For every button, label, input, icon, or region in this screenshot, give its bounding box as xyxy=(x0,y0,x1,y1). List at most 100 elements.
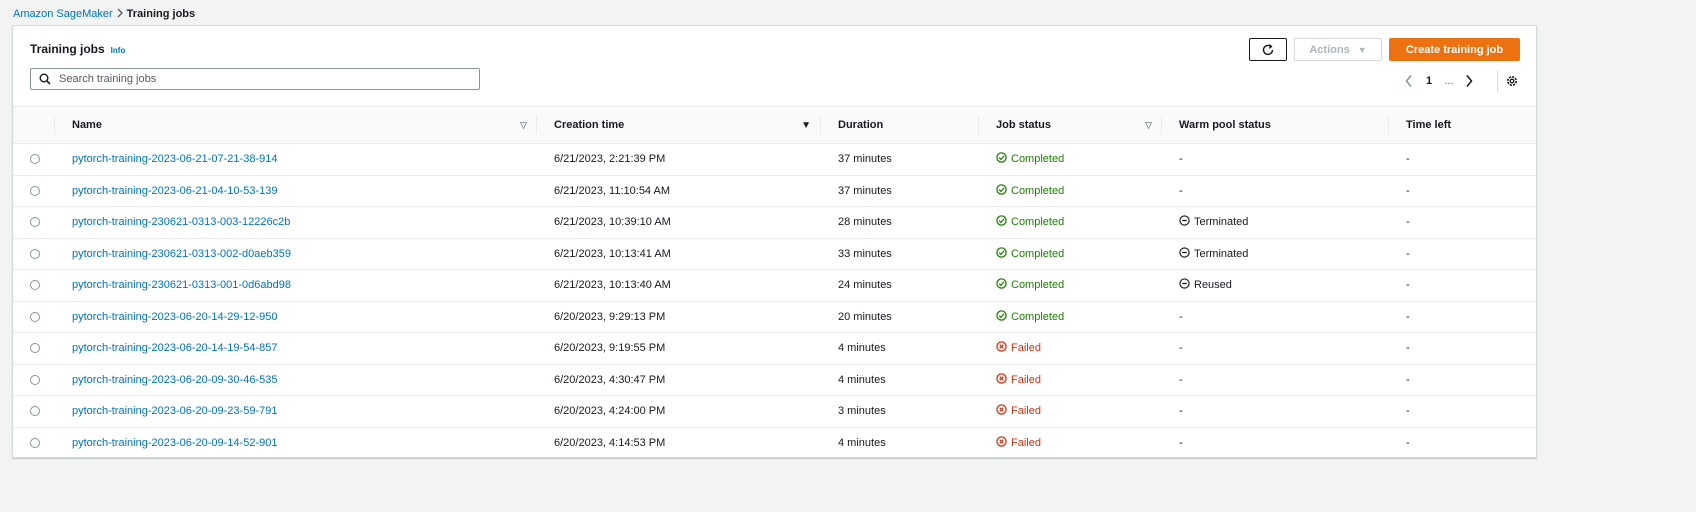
name-cell: pytorch-training-230621-0313-003-12226c2… xyxy=(55,206,537,239)
job-name-link[interactable]: pytorch-training-230621-0313-001-0d6abd9… xyxy=(72,279,291,291)
page-number-1[interactable]: 1 xyxy=(1419,75,1439,87)
creation-time-cell: 6/20/2023, 4:30:47 PM xyxy=(537,364,821,396)
sort-descending-icon: ▼ xyxy=(801,119,811,131)
job-name-link[interactable]: pytorch-training-2023-06-20-09-23-59-791 xyxy=(72,405,277,417)
job-name-link[interactable]: pytorch-training-2023-06-20-09-14-52-901 xyxy=(72,437,277,449)
breadcrumb: Amazon SageMaker Training jobs xyxy=(13,5,195,23)
time-left-cell: - xyxy=(1389,143,1536,176)
info-link[interactable]: Info xyxy=(111,46,126,55)
name-cell: pytorch-training-230621-0313-001-0d6abd9… xyxy=(55,269,537,302)
name-cell: pytorch-training-2023-06-20-09-14-52-901 xyxy=(55,427,537,459)
status-badge: Completed xyxy=(996,310,1064,324)
row-radio-button[interactable] xyxy=(30,406,40,417)
time-left-cell: - xyxy=(1389,206,1536,239)
status-text: Failed xyxy=(1011,373,1041,386)
warm-pool-badge: - xyxy=(1179,185,1183,197)
warm-pool-status-cell: Terminated xyxy=(1162,206,1389,239)
warm-pool-status-cell: - xyxy=(1162,395,1389,428)
column-header-time-left[interactable]: Time left xyxy=(1389,106,1536,144)
column-header-job-status[interactable]: Job status ▽ xyxy=(979,106,1162,144)
search-box[interactable] xyxy=(30,68,480,90)
status-text: Failed xyxy=(1011,405,1041,418)
column-header-creation-time[interactable]: Creation time ▼ xyxy=(537,106,821,144)
row-radio-button[interactable] xyxy=(30,438,40,449)
row-radio-button[interactable] xyxy=(30,154,40,165)
breadcrumb-sagemaker-link[interactable]: Amazon SageMaker xyxy=(13,8,113,20)
column-header-name[interactable]: Name ▽ xyxy=(55,106,537,144)
table-row: pytorch-training-2023-06-20-14-29-12-950… xyxy=(13,301,1536,333)
job-name-link[interactable]: pytorch-training-230621-0313-002-d0aeb35… xyxy=(72,248,291,260)
column-label-warm-pool-status: Warm pool status xyxy=(1179,119,1271,131)
table-settings-button[interactable] xyxy=(1503,72,1521,90)
job-name-link[interactable]: pytorch-training-2023-06-20-14-29-12-950 xyxy=(72,311,277,323)
job-name-link[interactable]: pytorch-training-2023-06-20-14-19-54-857 xyxy=(72,342,277,354)
table-row: pytorch-training-2023-06-21-07-21-38-914… xyxy=(13,143,1536,176)
table-row: pytorch-training-2023-06-20-09-23-59-791… xyxy=(13,395,1536,428)
time-left-cell: - xyxy=(1389,238,1536,270)
status-text: Completed xyxy=(1011,184,1065,197)
column-label-creation-time: Creation time xyxy=(554,119,625,131)
check-circle-icon xyxy=(996,247,1007,261)
job-name-link[interactable]: pytorch-training-2023-06-21-04-10-53-139 xyxy=(72,185,277,197)
name-cell: pytorch-training-2023-06-20-14-19-54-857 xyxy=(55,332,537,365)
time-left-cell: - xyxy=(1389,364,1536,396)
status-badge: Completed xyxy=(996,215,1064,229)
status-text: Completed xyxy=(1011,153,1065,166)
error-circle-icon xyxy=(996,404,1007,418)
status-badge: Completed xyxy=(996,152,1064,166)
warm-pool-text: - xyxy=(1179,184,1183,197)
previous-page-button[interactable] xyxy=(1399,74,1419,88)
status-text: Completed xyxy=(1011,279,1065,292)
name-cell: pytorch-training-2023-06-21-07-21-38-914 xyxy=(55,143,537,176)
warm-pool-badge: - xyxy=(1179,437,1183,449)
table-row: pytorch-training-2023-06-20-09-30-46-535… xyxy=(13,364,1536,396)
row-radio-button[interactable] xyxy=(30,248,40,259)
status-text: Failed xyxy=(1011,342,1041,355)
job-status-cell: Completed xyxy=(979,301,1162,333)
job-name-link[interactable]: pytorch-training-230621-0313-003-12226c2… xyxy=(72,216,290,228)
duration-cell: 3 minutes xyxy=(821,395,979,428)
column-header-warm-pool-status[interactable]: Warm pool status xyxy=(1162,106,1389,144)
create-training-job-button[interactable]: Create training job xyxy=(1389,38,1520,61)
time-left-cell: - xyxy=(1406,437,1410,449)
warm-pool-status-cell: Terminated xyxy=(1162,238,1389,270)
table-header-row: Name ▽ Creation time ▼ Duration Job status… xyxy=(13,106,1536,144)
name-cell: pytorch-training-2023-06-21-04-10-53-139 xyxy=(55,175,537,207)
chevron-right-icon xyxy=(1466,75,1473,87)
warm-pool-text: - xyxy=(1179,310,1183,323)
refresh-button[interactable] xyxy=(1249,38,1287,61)
select-cell xyxy=(13,395,55,428)
row-radio-button[interactable] xyxy=(30,374,40,385)
column-header-duration[interactable]: Duration xyxy=(821,106,979,144)
job-name-link[interactable]: pytorch-training-2023-06-21-07-21-38-914 xyxy=(72,153,277,165)
duration-cell: 33 minutes xyxy=(821,238,979,270)
check-circle-icon xyxy=(996,152,1007,166)
select-cell xyxy=(13,206,55,239)
chevron-left-icon xyxy=(1405,75,1412,87)
row-radio-button[interactable] xyxy=(30,311,40,322)
job-name-link[interactable]: pytorch-training-2023-06-20-09-30-46-535 xyxy=(72,374,277,386)
row-radio-button[interactable] xyxy=(30,217,40,228)
search-icon xyxy=(39,73,51,85)
search-input[interactable] xyxy=(57,72,457,86)
warm-pool-badge: - xyxy=(1179,153,1183,165)
column-label-duration: Duration xyxy=(838,119,884,131)
check-circle-icon xyxy=(996,278,1007,292)
row-radio-button[interactable] xyxy=(30,343,40,354)
panel-header: Training jobs Info Actions ▼ Create trai… xyxy=(13,26,1536,104)
row-radio-button[interactable] xyxy=(30,185,40,196)
status-text: Completed xyxy=(1011,247,1065,260)
duration-cell: 4 minutes xyxy=(821,364,979,396)
warm-pool-badge: - xyxy=(1179,342,1183,354)
next-page-button[interactable] xyxy=(1459,74,1479,88)
select-cell xyxy=(13,175,55,207)
status-badge: Failed xyxy=(996,373,1041,387)
stopped-circle-icon xyxy=(1179,247,1190,261)
select-cell xyxy=(13,269,55,302)
row-radio-button[interactable] xyxy=(30,280,40,291)
warm-pool-status-cell: - xyxy=(1162,427,1389,459)
time-left-cell: - xyxy=(1389,332,1536,365)
job-status-cell: Failed xyxy=(979,395,1162,428)
actions-button[interactable]: Actions ▼ xyxy=(1294,38,1382,61)
select-cell xyxy=(13,143,55,176)
